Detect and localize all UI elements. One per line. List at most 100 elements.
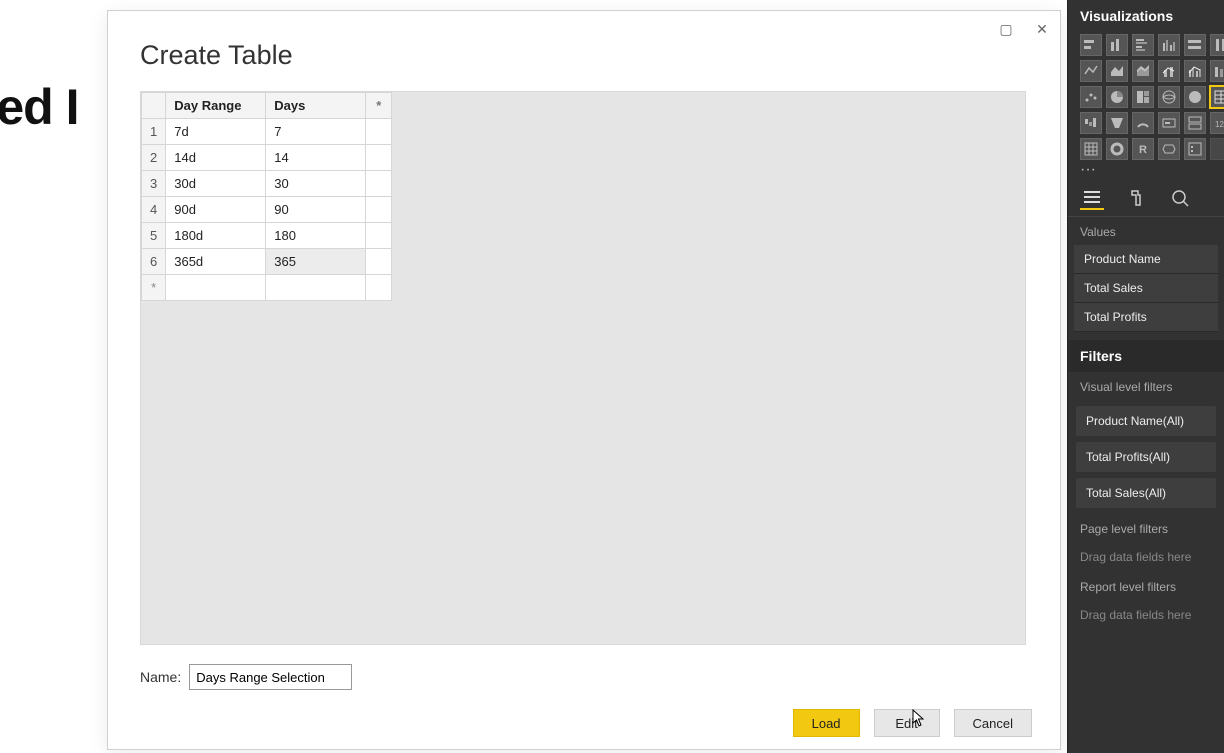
- values-label: Values: [1068, 217, 1224, 245]
- cell-days[interactable]: 365: [266, 249, 366, 275]
- cell-dayrange[interactable]: 7d: [166, 119, 266, 145]
- arcgis-map-icon[interactable]: [1158, 138, 1180, 160]
- dialog-title: Create Table: [140, 40, 293, 71]
- table-row[interactable]: 5 180d 180: [142, 223, 392, 249]
- visual-filter-chip[interactable]: Total Sales(All): [1076, 478, 1216, 508]
- background-cropped-text: aded I: [0, 78, 78, 136]
- table-visual-icon[interactable]: [1210, 86, 1224, 108]
- cell-days[interactable]: 30: [266, 171, 366, 197]
- treemap-icon[interactable]: [1132, 86, 1154, 108]
- visualizations-title: Visualizations: [1068, 0, 1224, 28]
- stacked-area-chart-icon[interactable]: [1132, 60, 1154, 82]
- r-visual-icon[interactable]: R: [1132, 138, 1154, 160]
- cell-empty[interactable]: [366, 249, 392, 275]
- clustered-bar-chart-icon[interactable]: [1132, 34, 1154, 56]
- column-header-dayrange[interactable]: Day Range: [166, 93, 266, 119]
- table-row[interactable]: 1 7d 7: [142, 119, 392, 145]
- cell-empty[interactable]: [366, 223, 392, 249]
- cell-dayrange[interactable]: 365d: [166, 249, 266, 275]
- map-icon[interactable]: [1158, 86, 1180, 108]
- cell-dayrange[interactable]: 90d: [166, 197, 266, 223]
- create-table-dialog: ▢ ✕ Create Table Day Range Days * 1 7d 7: [107, 10, 1061, 750]
- area-chart-icon[interactable]: [1106, 60, 1128, 82]
- row-number: 1: [142, 119, 166, 145]
- cell-days[interactable]: 7: [266, 119, 366, 145]
- table-name-input[interactable]: [189, 664, 352, 690]
- gauge-icon[interactable]: [1132, 112, 1154, 134]
- table-row[interactable]: 4 90d 90: [142, 197, 392, 223]
- format-tab-icon[interactable]: [1124, 186, 1148, 210]
- table-row[interactable]: 2 14d 14: [142, 145, 392, 171]
- funnel-chart-icon[interactable]: [1106, 112, 1128, 134]
- visual-filter-chip[interactable]: Product Name(All): [1076, 406, 1216, 436]
- scatter-chart-icon[interactable]: [1080, 86, 1102, 108]
- clustered-column-chart-icon[interactable]: [1158, 34, 1180, 56]
- cell-empty[interactable]: [366, 171, 392, 197]
- add-column-header[interactable]: *: [366, 93, 392, 119]
- cell-empty[interactable]: [366, 145, 392, 171]
- stacked-bar-chart-icon[interactable]: [1080, 34, 1102, 56]
- visual-filter-chip[interactable]: Total Profits(All): [1076, 442, 1216, 472]
- svg-text:R: R: [1139, 144, 1147, 156]
- hundred-stacked-column-icon[interactable]: [1210, 34, 1224, 56]
- card-icon[interactable]: [1158, 112, 1180, 134]
- waterfall-chart-icon[interactable]: [1080, 112, 1102, 134]
- report-level-filters-label: Report level filters: [1068, 572, 1224, 600]
- value-field-chip[interactable]: Total Sales: [1074, 274, 1218, 303]
- analytics-tab-icon[interactable]: [1168, 186, 1192, 210]
- table-row[interactable]: 3 30d 30: [142, 171, 392, 197]
- row-number-header: [142, 93, 166, 119]
- table-row[interactable]: 6 365d 365: [142, 249, 392, 275]
- more-visuals-icon[interactable]: ···: [1068, 164, 1224, 178]
- name-label: Name:: [140, 669, 181, 685]
- custom-visual-placeholder-icon[interactable]: [1210, 138, 1224, 160]
- column-header-days[interactable]: Days: [266, 93, 366, 119]
- report-level-drop-area[interactable]: Drag data fields here: [1068, 600, 1224, 630]
- visualizations-pane: Visualizations 123 R ···: [1067, 0, 1224, 753]
- load-button[interactable]: Load: [793, 709, 860, 737]
- row-number: 3: [142, 171, 166, 197]
- line-chart-icon[interactable]: [1080, 60, 1102, 82]
- cell-days[interactable]: 180: [266, 223, 366, 249]
- cell-days[interactable]: [266, 275, 366, 301]
- cell-empty[interactable]: [366, 119, 392, 145]
- maximize-button[interactable]: ▢: [988, 15, 1024, 43]
- cell-dayrange[interactable]: [166, 275, 266, 301]
- cell-empty[interactable]: [366, 197, 392, 223]
- cell-empty[interactable]: [366, 275, 392, 301]
- cell-dayrange[interactable]: 30d: [166, 171, 266, 197]
- edit-button[interactable]: Edit: [874, 709, 940, 737]
- page-level-drop-area[interactable]: Drag data fields here: [1068, 542, 1224, 572]
- visualization-picker: 123 R: [1068, 28, 1224, 164]
- line-clustered-column-icon[interactable]: [1184, 60, 1206, 82]
- matrix-icon[interactable]: [1080, 138, 1102, 160]
- kpi-icon[interactable]: 123: [1210, 112, 1224, 134]
- slicer-icon[interactable]: [1184, 138, 1206, 160]
- table-editor-area[interactable]: Day Range Days * 1 7d 7 2 14d 14: [140, 91, 1026, 645]
- cell-days[interactable]: 14: [266, 145, 366, 171]
- fields-tab-icon[interactable]: [1080, 186, 1104, 210]
- multi-row-card-icon[interactable]: [1184, 112, 1206, 134]
- row-number: 5: [142, 223, 166, 249]
- close-button[interactable]: ✕: [1024, 15, 1060, 43]
- cancel-button[interactable]: Cancel: [954, 709, 1032, 737]
- row-number: 6: [142, 249, 166, 275]
- new-row[interactable]: *: [142, 275, 392, 301]
- stacked-column-chart-icon[interactable]: [1106, 34, 1128, 56]
- filters-header: Filters: [1068, 340, 1224, 372]
- svg-text:123: 123: [1215, 120, 1224, 129]
- line-stacked-column-icon[interactable]: [1158, 60, 1180, 82]
- page-level-filters-label: Page level filters: [1068, 514, 1224, 542]
- value-field-chip[interactable]: Product Name: [1074, 245, 1218, 274]
- pie-chart-icon[interactable]: [1106, 86, 1128, 108]
- value-field-chip[interactable]: Total Profits: [1074, 303, 1218, 332]
- donut-chart-icon[interactable]: [1106, 138, 1128, 160]
- cell-days[interactable]: 90: [266, 197, 366, 223]
- row-number: 4: [142, 197, 166, 223]
- filled-map-icon[interactable]: [1184, 86, 1206, 108]
- cell-dayrange[interactable]: 14d: [166, 145, 266, 171]
- cell-dayrange[interactable]: 180d: [166, 223, 266, 249]
- ribbon-chart-icon[interactable]: [1210, 60, 1224, 82]
- hundred-stacked-bar-icon[interactable]: [1184, 34, 1206, 56]
- enter-data-grid[interactable]: Day Range Days * 1 7d 7 2 14d 14: [141, 92, 392, 301]
